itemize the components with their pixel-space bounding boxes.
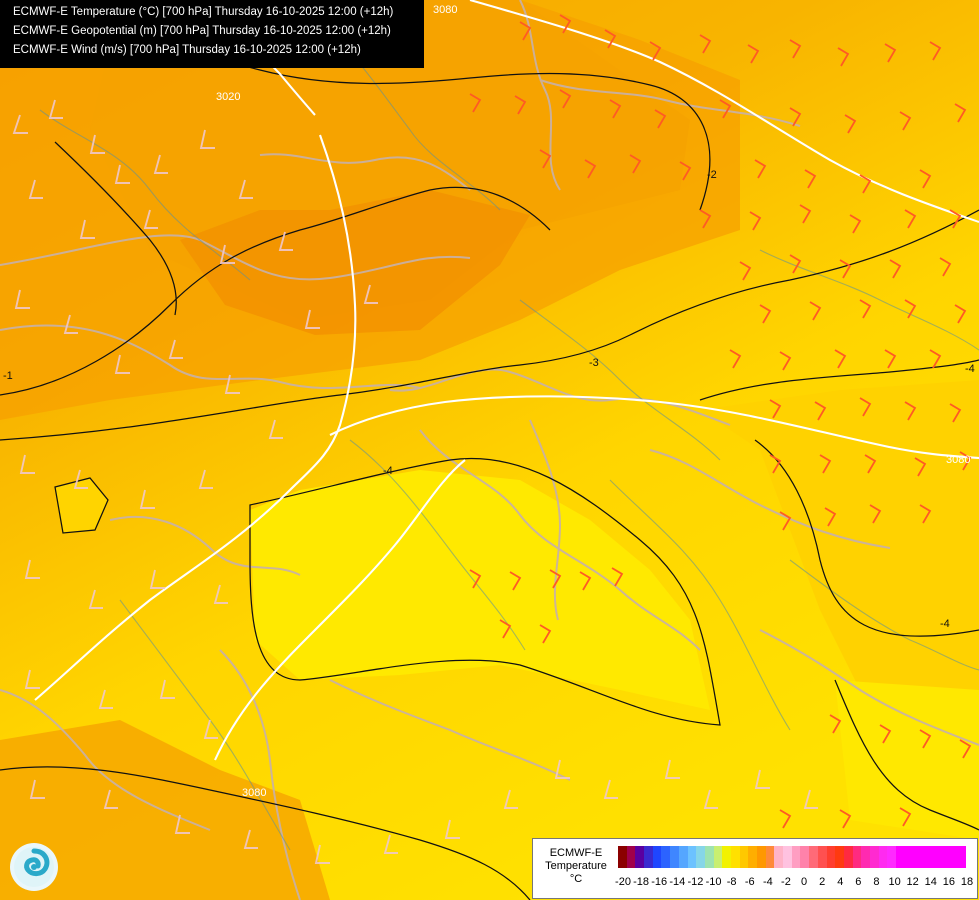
legend-swatch <box>800 846 810 868</box>
legend-swatch <box>722 846 731 868</box>
legend-swatch <box>869 846 879 868</box>
temperature-map[interactable]: -3 -2 -4 -4 -4 -1 3080 3080 3080 3020 <box>0 0 979 900</box>
cool-southeast-corner <box>835 680 979 840</box>
legend-swatch <box>913 846 923 868</box>
legend-swatch <box>644 846 653 868</box>
legend-tick-label: 0 <box>800 876 808 888</box>
legend-tick-label: 12 <box>906 876 919 888</box>
legend-swatch <box>661 846 671 868</box>
legend-tick-label: -18 <box>633 876 650 888</box>
legend-swatch <box>670 846 679 868</box>
legend-swatch <box>817 846 827 868</box>
geopotential-layer-title: ECMWF-E Geopotential (m) [700 hPa] Thurs… <box>13 25 391 37</box>
legend-swatch <box>783 846 792 868</box>
legend-swatch <box>956 846 966 868</box>
swirl-icon <box>14 847 54 887</box>
isotherm-label-2: -3 <box>589 357 599 369</box>
legend-title-line-2: Temperature <box>545 860 607 872</box>
legend-swatch <box>635 846 645 868</box>
legend-swatch <box>791 846 801 868</box>
geopotential-label-1: 3080 <box>433 4 457 16</box>
legend-swatch <box>713 846 723 868</box>
legend-swatch <box>878 846 888 868</box>
legend-swatch <box>861 846 870 868</box>
legend-tick-label: 4 <box>837 876 844 888</box>
legend-swatch <box>922 846 931 868</box>
legend-swatch <box>774 846 784 868</box>
legend-swatch <box>809 846 818 868</box>
legend-swatch <box>748 846 757 868</box>
legend-title-line-1: ECMWF-E <box>549 847 603 859</box>
legend-title-line-3: °C <box>569 873 583 885</box>
legend-tick-label: 8 <box>873 876 880 888</box>
legend-swatch <box>704 846 714 868</box>
isotherm-label-4: -4 <box>965 363 975 375</box>
wind-layer-title: ECMWF-E Wind (m/s) [700 hPa] Thursday 16… <box>13 44 361 56</box>
legend-tick-label: -6 <box>744 876 755 888</box>
legend-tick-label: 16 <box>942 876 956 888</box>
legend-tick-label: 2 <box>819 876 826 888</box>
legend-swatch <box>930 846 940 868</box>
temperature-legend: ECMWF-E Temperature °C -20 -18 -16 -14 -12 -1… <box>532 838 978 899</box>
legend-swatch <box>835 846 844 868</box>
legend-color-scale <box>618 846 966 868</box>
brand-logo <box>10 843 58 891</box>
weather-map-viewer: -3 -2 -4 -4 -4 -1 3080 3080 3080 3020 EC… <box>0 0 979 900</box>
legend-tick-label: -2 <box>781 876 791 888</box>
legend-swatch <box>739 846 749 868</box>
legend-swatch <box>939 846 949 868</box>
legend-tick-label: 14 <box>924 876 937 888</box>
legend-swatch <box>626 846 636 868</box>
temperature-layer-title: ECMWF-E Temperature (°C) [700 hPa] Thurs… <box>13 6 394 18</box>
legend-swatch <box>678 846 688 868</box>
isotherm-label-1: -2 <box>707 169 717 181</box>
legend-tick-label: 10 <box>888 876 901 888</box>
legend-tick-label: -10 <box>705 876 722 888</box>
legend-tick-label: -20 <box>615 876 631 888</box>
legend-tick-labels: -20 -18 -16 -14 -12 -10 -8 -6 -4 -2 0 2 4 6 8 10 12 14 16 1… <box>615 876 975 890</box>
legend-tick-label: -16 <box>651 876 668 888</box>
legend-title: ECMWF-E Temperature °C <box>536 847 616 886</box>
legend-tick-label: -8 <box>726 876 737 888</box>
isotherm-label-3: -4 <box>383 465 393 477</box>
legend-tick-label: -14 <box>669 876 686 888</box>
legend-swatch <box>618 846 627 868</box>
legend-tick-label: 18 <box>960 876 974 888</box>
legend-tick-label: -4 <box>762 876 773 888</box>
geopotential-label-2: 3080 <box>946 454 970 466</box>
legend-swatch <box>696 846 705 868</box>
legend-swatch <box>904 846 914 868</box>
legend-swatch <box>757 846 766 868</box>
legend-swatch <box>852 846 862 868</box>
legend-swatch <box>687 846 697 868</box>
legend-swatch <box>948 846 957 868</box>
legend-swatch <box>826 846 836 868</box>
legend-swatch <box>887 846 896 868</box>
isotherm-label-6: -1 <box>3 370 13 382</box>
map-info-header: ECMWF-E Temperature (°C) [700 hPa] Thurs… <box>0 0 424 68</box>
geopotential-label-3: 3080 <box>242 787 266 799</box>
legend-swatch <box>843 846 853 868</box>
legend-tick-label: 6 <box>855 876 862 888</box>
legend-swatch <box>765 846 775 868</box>
legend-swatch <box>652 846 662 868</box>
geopotential-label-4: 3020 <box>216 91 240 103</box>
isotherm-label-5: -4 <box>940 618 950 630</box>
legend-swatch <box>896 846 905 868</box>
legend-swatch <box>730 846 740 868</box>
legend-tick-label: -12 <box>687 876 704 888</box>
